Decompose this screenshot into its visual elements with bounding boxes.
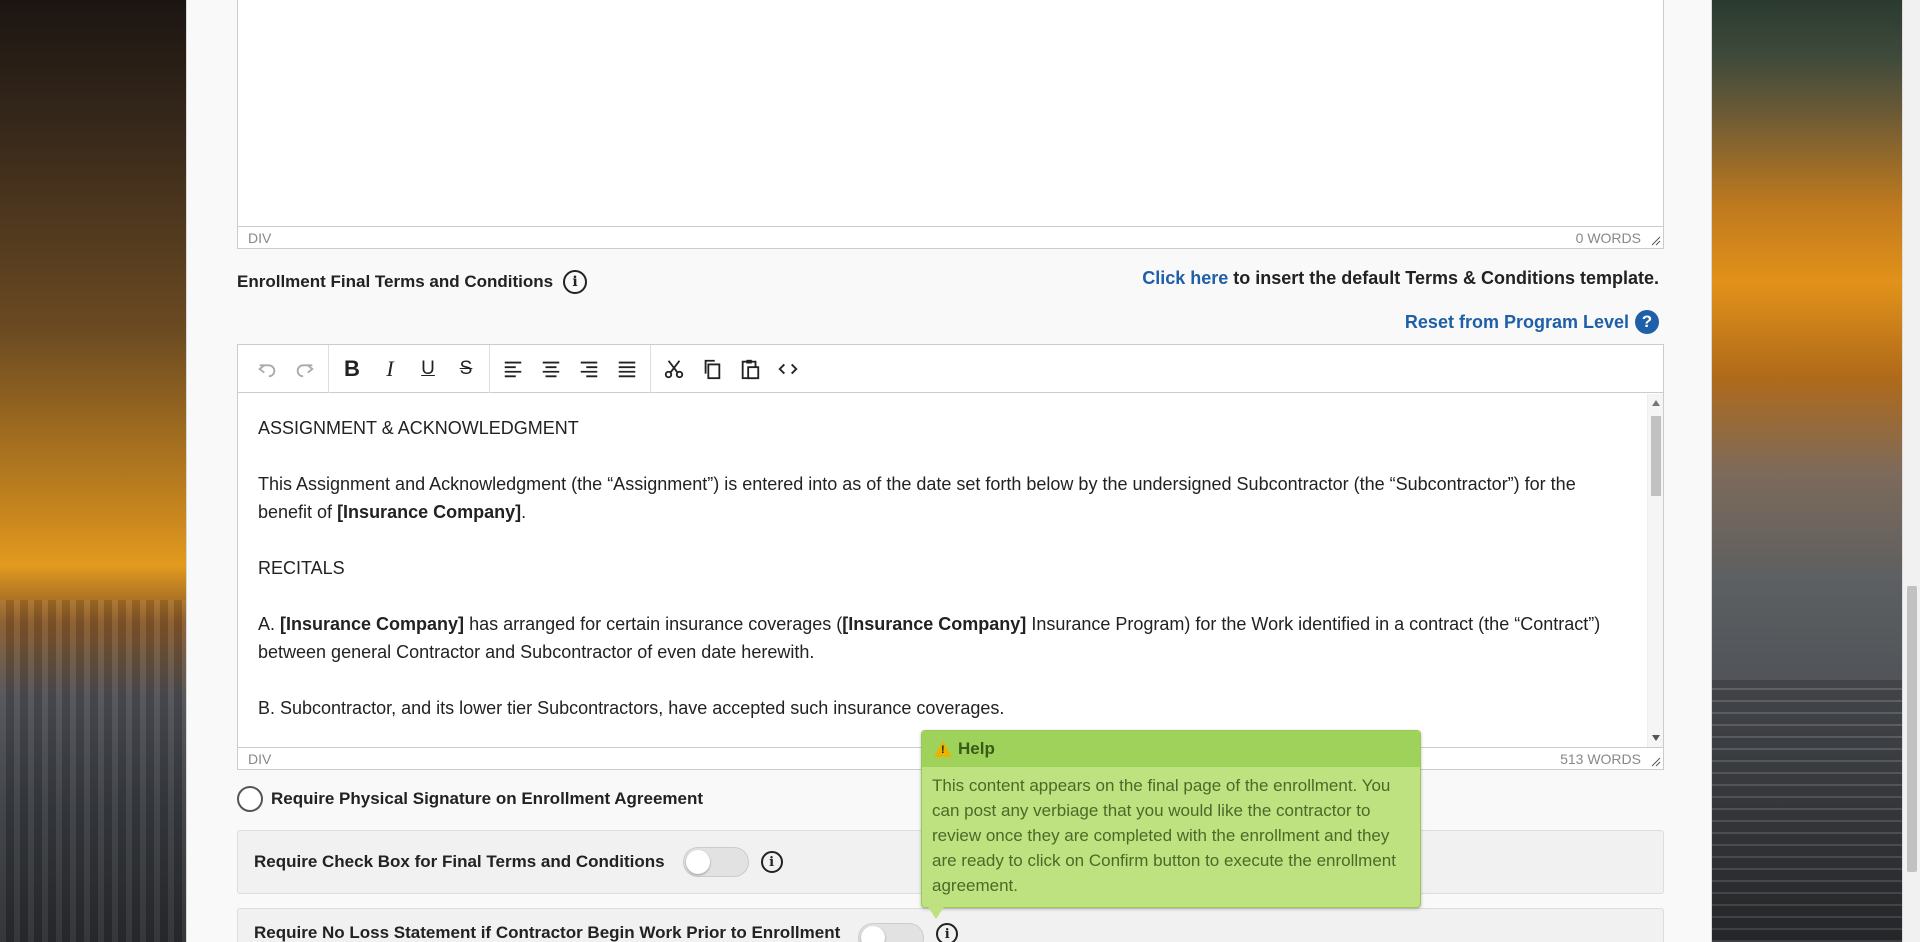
resize-handle-icon[interactable] (1651, 236, 1661, 246)
paste-icon (741, 359, 760, 379)
formatting-group: B I U S (329, 344, 490, 393)
settings-panel: DIV 0 WORDS Enrollment Final Terms and C… (186, 0, 1712, 942)
word-count: 0 WORDS (1575, 229, 1641, 246)
no-loss-statement-label: Require No Loss Statement if Contractor … (254, 923, 841, 942)
history-group (244, 344, 329, 393)
word-count: 513 WORDS (1560, 750, 1641, 767)
insert-template-note: Click here to insert the default Terms &… (1142, 268, 1659, 289)
physical-signature-option[interactable]: Require Physical Signature on Enrollment… (237, 786, 703, 812)
info-icon[interactable]: i (936, 923, 959, 942)
align-left-button[interactable] (494, 350, 532, 388)
scroll-up-icon[interactable] (1652, 400, 1660, 406)
source-code-icon (778, 363, 798, 374)
text-run: . (521, 502, 527, 522)
text-run: A. (258, 614, 281, 634)
tooltip-title: Help (958, 739, 995, 758)
no-loss-statement-toggle[interactable] (858, 923, 925, 942)
element-path[interactable]: DIV (248, 751, 271, 767)
warning-icon: ! (934, 741, 952, 757)
click-here-link[interactable]: Click here (1142, 268, 1228, 288)
background-image-right (1712, 0, 1920, 942)
bold-text-run: [Insurance Company] (842, 614, 1027, 634)
copy-button[interactable] (693, 350, 731, 388)
align-right-icon (580, 361, 598, 377)
physical-signature-label: Require Physical Signature on Enrollment… (271, 789, 704, 808)
no-loss-statement-option: Require No Loss Statement if Contractor … (237, 908, 1664, 942)
clipboard-group (651, 345, 811, 393)
reset-link-text[interactable]: Reset from Program Level (1405, 312, 1629, 333)
terms-rich-text-editor[interactable]: B I U S ASSIGNMENT & ACKNOWLEDGMENT This… (237, 344, 1664, 770)
top-rich-text-editor[interactable]: DIV 0 WORDS (237, 0, 1664, 249)
align-justify-icon (618, 361, 636, 377)
check-box-terms-toggle[interactable] (682, 847, 749, 877)
cut-button[interactable] (655, 350, 693, 388)
editor-scrollbar[interactable] (1647, 394, 1663, 747)
background-image-left (0, 0, 186, 942)
redo-icon (296, 363, 314, 377)
cut-icon (664, 359, 684, 378)
undo-button[interactable] (248, 350, 286, 388)
content-paragraph-b: B. Subcontractor, and its lower tier Sub… (258, 698, 1005, 718)
top-editor-statusbar: DIV 0 WORDS (238, 226, 1663, 248)
strikethrough-button[interactable]: S (447, 350, 485, 388)
top-editor-content[interactable] (238, 0, 1663, 227)
reset-from-program-level[interactable]: Reset from Program Level ? (1405, 310, 1659, 334)
bold-button[interactable]: B (333, 350, 371, 388)
section-title-text: Enrollment Final Terms and Conditions (237, 272, 554, 291)
paste-button[interactable] (731, 350, 769, 388)
tooltip-body: This content appears on the final page o… (932, 776, 1396, 895)
alignment-group (490, 344, 651, 393)
undo-icon (258, 363, 276, 377)
editor-content[interactable]: ASSIGNMENT & ACKNOWLEDGMENT This Assignm… (238, 394, 1647, 747)
element-path[interactable]: DIV (248, 230, 271, 246)
tooltip-pointer (928, 907, 944, 919)
content-recitals: RECITALS (258, 558, 345, 578)
tooltip-header: ! Help (922, 731, 1420, 767)
check-box-terms-label: Require Check Box for Final Terms and Co… (254, 852, 665, 871)
help-tooltip: ! Help This content appears on the final… (921, 730, 1421, 919)
source-code-button[interactable] (769, 350, 807, 388)
page-scrollbar[interactable] (1902, 0, 1920, 942)
content-heading: ASSIGNMENT & ACKNOWLEDGMENT (258, 418, 579, 438)
physical-signature-radio[interactable] (237, 786, 263, 812)
content-paragraph-assignment: This Assignment and Acknowledgment (the … (258, 470, 1627, 526)
text-run: has arranged for certain insurance cover… (464, 614, 843, 634)
info-icon[interactable]: i (760, 851, 783, 873)
bold-text-run: [Insurance Company] (337, 502, 522, 522)
info-icon[interactable]: i (563, 270, 588, 294)
insert-template-text: to insert the default Terms & Conditions… (1228, 268, 1659, 288)
copy-icon (704, 359, 721, 379)
bold-text-run: [Insurance Company] (280, 614, 465, 634)
page-scroll-thumb[interactable] (1907, 586, 1917, 872)
scroll-thumb[interactable] (1651, 416, 1661, 496)
redo-button[interactable] (286, 350, 324, 388)
content-paragraph-a: A. [Insurance Company] has arranged for … (258, 610, 1627, 666)
resize-handle-icon[interactable] (1651, 757, 1661, 767)
align-right-button[interactable] (570, 350, 608, 388)
align-justify-button[interactable] (608, 350, 646, 388)
align-left-icon (504, 361, 522, 377)
underline-button[interactable]: U (409, 350, 447, 388)
scroll-down-icon[interactable] (1652, 735, 1660, 741)
italic-button[interactable]: I (371, 350, 409, 388)
align-center-icon (542, 361, 560, 377)
help-icon[interactable]: ? (1635, 310, 1659, 334)
terms-section-title: Enrollment Final Terms and Conditions i (237, 270, 588, 294)
editor-toolbar: B I U S (238, 344, 1663, 393)
align-center-button[interactable] (532, 350, 570, 388)
